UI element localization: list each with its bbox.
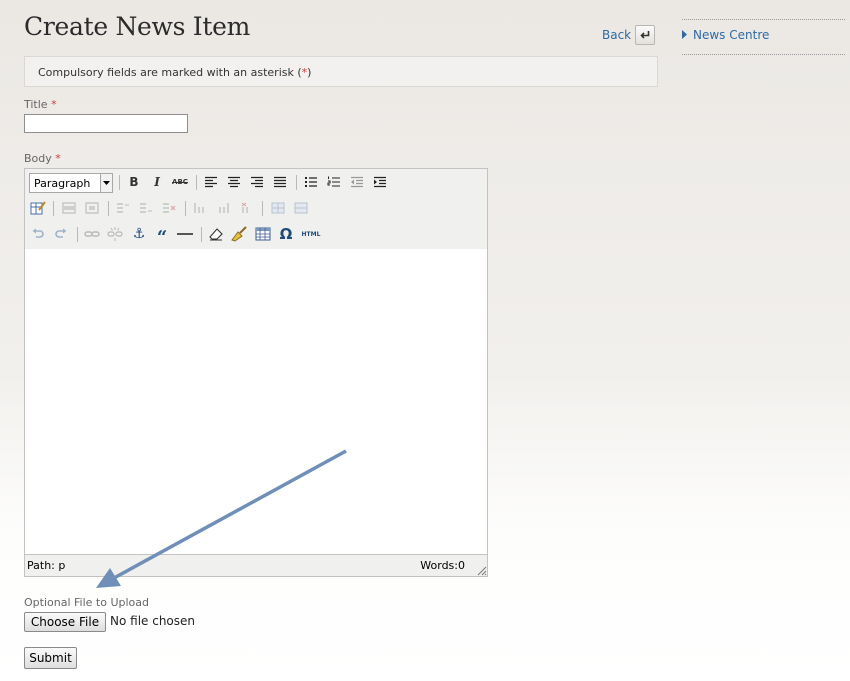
toolbar-separator [108,201,109,216]
insert-column-after-icon[interactable] [213,198,233,218]
back-button[interactable] [635,25,655,45]
toolbar-separator [196,175,197,190]
link-icon[interactable] [82,224,102,244]
cleanup-icon[interactable] [229,224,249,244]
editor-content-area[interactable] [25,249,487,555]
toolbar-separator [262,201,263,216]
toolbar-separator [53,201,54,216]
merge-cells-icon[interactable] [291,198,311,218]
rich-text-editor: Paragraph B I ABC ⚓ “ Ω HTML Path: p Wor… [24,168,488,577]
toolbar-separator [201,227,202,242]
return-arrow-icon [640,31,650,39]
body-label-text: Body [24,152,52,165]
insert-row-after-icon[interactable] [136,198,156,218]
format-select[interactable]: Paragraph [29,173,113,193]
editor-path: Path: p [27,559,66,572]
eraser-icon[interactable] [206,224,226,244]
sidebar-item-news-centre[interactable]: News Centre [682,28,769,42]
align-center-icon[interactable] [224,172,244,192]
row-properties-icon[interactable] [59,198,79,218]
toolbar-separator [77,227,78,242]
notice-text: Compulsory fields are marked with an ast… [38,66,302,79]
redo-icon[interactable] [51,224,71,244]
anchor-icon[interactable]: ⚓ [129,224,149,244]
title-required-mark: * [51,98,57,111]
compulsory-fields-notice: Compulsory fields are marked with an ast… [24,56,658,87]
unlink-icon[interactable] [105,224,125,244]
horizontal-rule-icon[interactable] [175,224,195,244]
toolbar-row-2 [25,196,487,222]
submit-button[interactable]: Submit [24,647,77,669]
numbered-list-icon[interactable] [324,172,344,192]
delete-column-icon[interactable] [236,198,256,218]
word-count: Words:0 [420,559,465,572]
table-icon[interactable] [253,224,273,244]
italic-icon[interactable]: I [147,172,167,192]
align-right-icon[interactable] [247,172,267,192]
title-label-text: Title [24,98,48,111]
toolbar-separator [119,175,120,190]
resize-grip-icon[interactable] [475,564,487,576]
html-source-icon[interactable]: HTML [299,224,323,244]
undo-icon[interactable] [28,224,48,244]
body-required-mark: * [55,152,61,165]
editor-toolbar: Paragraph B I ABC ⚓ “ Ω HTML [25,169,487,250]
title-label: Title * [24,98,57,111]
file-upload-label: Optional File to Upload [24,596,149,609]
special-character-icon[interactable]: Ω [276,224,296,244]
toolbar-separator [185,201,186,216]
editor-statusbar: Path: p Words:0 [25,554,487,576]
align-justify-icon[interactable] [270,172,290,192]
file-status-text: No file chosen [110,614,196,628]
cell-properties-icon[interactable] [82,198,102,218]
title-input[interactable] [24,114,188,133]
indent-icon[interactable] [370,172,390,192]
toolbar-separator [296,175,297,190]
back-link[interactable]: Back [602,28,631,42]
align-left-icon[interactable] [201,172,221,192]
notice-text-end: ) [307,66,312,79]
bold-icon[interactable]: B [124,172,144,192]
edit-table-icon[interactable] [28,198,48,218]
insert-column-before-icon[interactable] [190,198,210,218]
blockquote-icon[interactable]: “ [152,224,172,248]
toolbar-row-3: ⚓ “ Ω HTML [25,222,487,248]
choose-file-button[interactable]: Choose File [24,612,106,632]
split-cells-icon[interactable] [268,198,288,218]
toolbar-row-1: Paragraph B I ABC [25,170,487,196]
sidebar-nav: News Centre [682,19,845,55]
insert-row-before-icon[interactable] [113,198,133,218]
news-centre-link[interactable]: News Centre [693,28,769,42]
chevron-down-icon [100,174,112,192]
body-label: Body * [24,152,61,165]
bullet-list-icon[interactable] [301,172,321,192]
delete-row-icon[interactable] [159,198,179,218]
page-title: Create News Item [24,12,251,41]
strikethrough-icon[interactable]: ABC [170,172,190,192]
outdent-icon[interactable] [347,172,367,192]
format-select-value: Paragraph [34,177,91,190]
caret-right-icon [682,28,687,42]
